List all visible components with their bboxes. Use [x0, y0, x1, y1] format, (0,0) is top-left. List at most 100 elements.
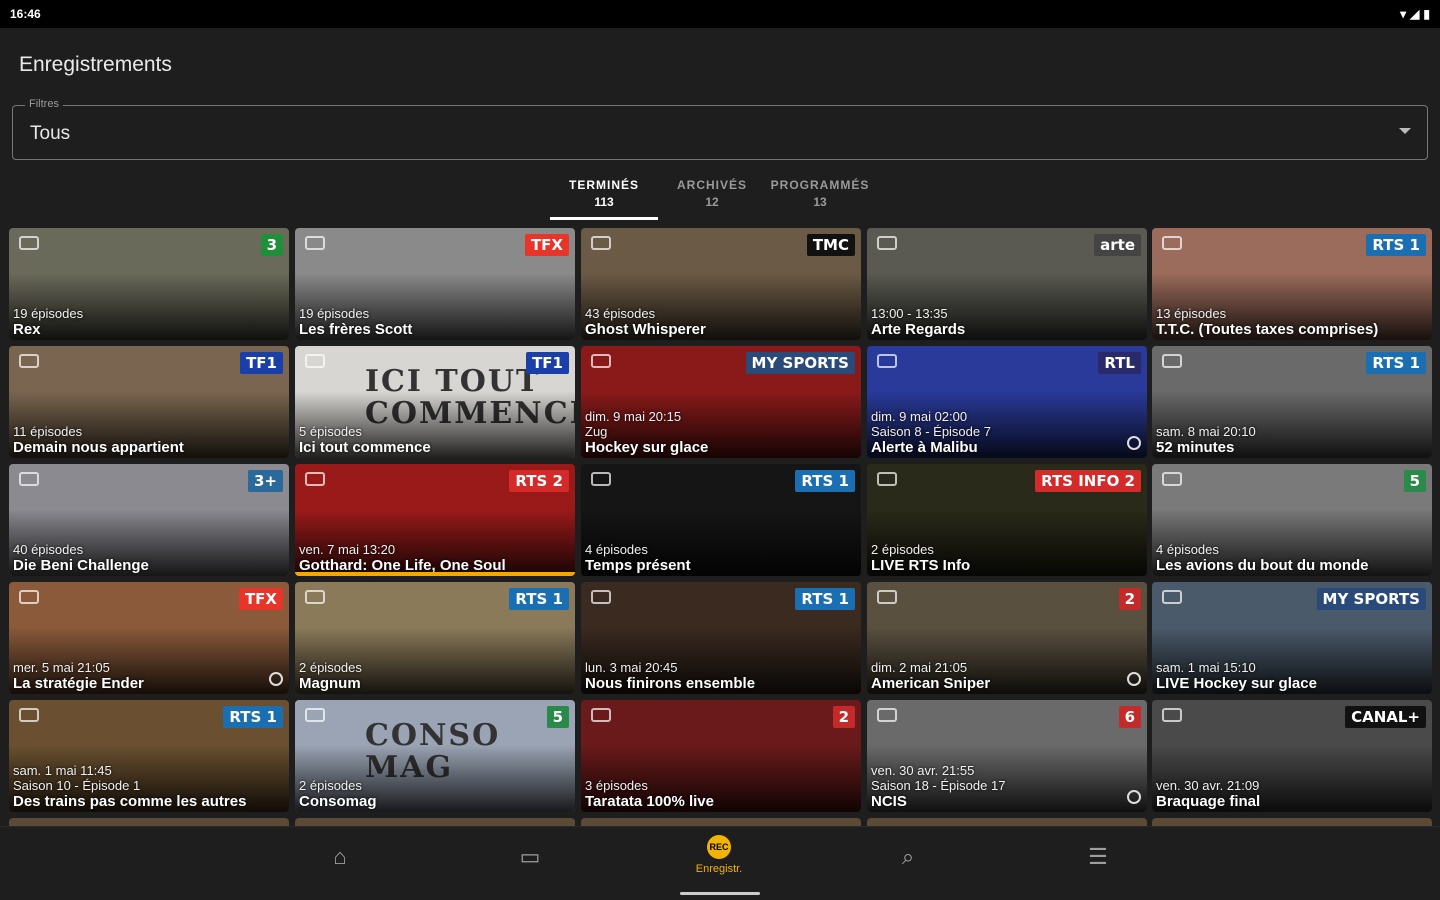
filter-label: Filtres — [25, 98, 63, 110]
card-title: T.T.C. (Toutes taxes comprises) — [1156, 321, 1379, 338]
recording-card[interactable]: RTS 1 2 épisodes Magnum — [295, 582, 575, 694]
nav-item-search[interactable]: ⌕ — [863, 827, 953, 887]
watch-progress-bar — [295, 572, 575, 576]
recording-card[interactable]: RTS 1 lun. 3 mai 20:45 Nous finirons ensem… — [581, 582, 861, 694]
menu-icon: ☰ — [1088, 844, 1108, 869]
recording-card[interactable]: TFX mer. 5 mai 21:05 La stratégie Ender — [9, 582, 289, 694]
card-title: Braquage final — [1156, 793, 1261, 810]
recording-icon — [877, 472, 897, 486]
tab-programmes[interactable]: PROGRAMMÉS 13 — [766, 172, 874, 220]
recording-card[interactable]: MY SPORTS sam. 1 mai 15:10 LIVE Hockey sur… — [1152, 582, 1432, 694]
channel-logo: 6 — [1118, 706, 1141, 728]
tab-label: TERMINÉS — [568, 178, 639, 192]
nav-item-menu[interactable]: ☰ — [1053, 827, 1143, 887]
recording-icon — [1162, 708, 1182, 722]
tv-guide-icon: ▭ — [519, 844, 541, 869]
tab-label: ARCHIVÉS — [676, 178, 747, 192]
card-meta: dim. 2 mai 21:05 — [871, 660, 968, 675]
channel-logo: RTS 1 — [795, 588, 855, 610]
recording-card[interactable]: 3+ 40 épisodes Die Beni Challenge — [9, 464, 289, 576]
channel-logo: MY SPORTS — [745, 352, 855, 374]
recording-card[interactable]: RTS 2 ven. 7 mai 13:20 Gotthard: One Life,… — [295, 464, 575, 576]
recording-card[interactable]: RTS 1 sam. 8 mai 20:10 52 minutes — [1152, 346, 1432, 458]
channel-logo: RTS 2 — [509, 470, 569, 492]
recording-card[interactable]: RTS 1 sam. 1 mai 11:45 Saison 10 - Épisode… — [9, 700, 289, 812]
recording-card[interactable]: RTS INFO 2 2 épisodes LIVE RTS Info — [867, 464, 1147, 576]
page-title: Enregistrements — [19, 53, 172, 76]
recording-card[interactable]: RTL dim. 9 mai 02:00 Saison 8 - Épisode 7A… — [867, 346, 1147, 458]
card-title: Nous finirons ensemble — [585, 675, 756, 692]
recording-icon — [19, 472, 39, 486]
channel-logo: RTL — [1098, 352, 1141, 374]
recording-card[interactable]: TMC 43 épisodes Ghost Whisperer — [581, 228, 861, 340]
wifi-icon: ▾ — [1400, 7, 1407, 21]
filter-value: Tous — [30, 123, 71, 144]
card-title: LIVE Hockey sur glace — [1156, 675, 1317, 692]
recording-card[interactable]: CONSO MAG52 épisodesConsomag — [295, 700, 575, 812]
recording-card[interactable]: TF1 11 épisodes Demain nous appartient — [9, 346, 289, 458]
card-title: Consomag — [299, 793, 377, 810]
expiry-clock-icon — [1127, 436, 1141, 450]
recording-card[interactable]: 6 ven. 30 avr. 21:55 Saison 18 - Épisode 1… — [867, 700, 1147, 812]
card-meta: ven. 30 avr. 21:09 — [1156, 778, 1260, 793]
card-meta: 19 épisodes — [299, 306, 370, 321]
channel-logo: 2 — [832, 706, 855, 728]
channel-logo: RTS 1 — [1366, 234, 1426, 256]
channel-logo: 3 — [260, 234, 283, 256]
recording-card[interactable]: 5 4 épisodes Les avions du bout du monde — [1152, 464, 1432, 576]
channel-logo: 3+ — [247, 470, 283, 492]
tab-archives[interactable]: ARCHIVÉS 12 — [658, 172, 766, 220]
nav-item-home[interactable]: ⌂ — [295, 827, 385, 887]
recording-icon — [591, 590, 611, 604]
channel-logo: TMC — [806, 234, 855, 256]
card-info: 5 épisodes Ici tout commence — [299, 424, 571, 456]
tab-termines[interactable]: TERMINÉS 113 — [550, 172, 658, 220]
recording-card[interactable]: 2 3 épisodes Taratata 100% live — [581, 700, 861, 812]
recording-card[interactable]: arte 13:00 - 13:35 Arte Regards — [867, 228, 1147, 340]
recording-card[interactable]: CANAL+ ven. 30 avr. 21:09 Braquage final — [1152, 700, 1432, 812]
filter-dropdown[interactable]: Filtres Tous — [12, 98, 1428, 160]
card-info: sam. 8 mai 20:10 52 minutes — [1156, 424, 1428, 456]
card-info: ven. 7 mai 13:20 Gotthard: One Life, One … — [299, 542, 571, 574]
channel-logo: RTS 1 — [1366, 352, 1426, 374]
card-title: La stratégie Ender — [13, 675, 144, 692]
recording-card[interactable]: 3 19 épisodes Rex — [9, 228, 289, 340]
card-info: 13:00 - 13:35 Arte Regards — [871, 306, 1143, 338]
card-title: Rex — [13, 321, 41, 338]
nav-item-tv-guide[interactable]: ▭ — [485, 827, 575, 887]
channel-logo: RTS 1 — [223, 706, 283, 728]
card-meta: 13 épisodes — [1156, 306, 1227, 321]
card-info: lun. 3 mai 20:45 Nous finirons ensemble — [585, 660, 857, 692]
recording-card[interactable]: TFX 19 épisodes Les frères Scott — [295, 228, 575, 340]
card-title: Arte Regards — [871, 321, 966, 338]
recordings-grid: 3 19 épisodes Rex TFX 19 épisodes Les frères … — [9, 228, 1433, 822]
card-meta: 40 épisodes — [13, 542, 84, 557]
recording-icon — [305, 590, 325, 604]
recording-card[interactable]: MY SPORTS dim. 9 mai 20:15 Zug Hockey sur g… — [581, 346, 861, 458]
card-peek — [295, 818, 575, 826]
channel-logo: RTS 1 — [795, 470, 855, 492]
card-meta: 2 épisodes — [871, 542, 934, 557]
recording-card[interactable]: RTS 1 13 épisodes T.T.C. (Toutes taxes com… — [1152, 228, 1432, 340]
card-meta: sam. 8 mai 20:10 — [1156, 424, 1256, 439]
card-meta: lun. 3 mai 20:45 — [585, 660, 678, 675]
card-info: dim. 2 mai 21:05 American Sniper — [871, 660, 1143, 692]
card-meta: 13:00 - 13:35 — [871, 306, 948, 321]
card-meta: 2 épisodes — [299, 778, 362, 793]
nav-item-recordings[interactable]: REC Enregistr. — [674, 827, 764, 887]
recording-card[interactable]: 2 dim. 2 mai 21:05 American Sniper — [867, 582, 1147, 694]
tab-count: 113 — [594, 195, 614, 209]
card-meta: ven. 7 mai 13:20 — [299, 542, 396, 557]
card-meta: dim. 9 mai 02:00 — [871, 409, 968, 424]
recording-card[interactable]: ICI TOUT COMMENCETF15 épisodesIci tout c… — [295, 346, 575, 458]
card-peek — [867, 818, 1147, 826]
status-bar: 16:46 ▾ ◢ ▮ — [0, 0, 1440, 28]
dropdown-arrow-icon — [1399, 128, 1411, 134]
recording-card[interactable]: RTS 1 4 épisodes Temps présent — [581, 464, 861, 576]
recording-icon — [305, 708, 325, 722]
card-info: 2 épisodes LIVE RTS Info — [871, 542, 1143, 574]
recording-icon — [19, 236, 39, 250]
card-info: 11 épisodes Demain nous appartient — [13, 424, 285, 456]
expiry-clock-icon — [1127, 672, 1141, 686]
card-title: Die Beni Challenge — [13, 557, 149, 574]
